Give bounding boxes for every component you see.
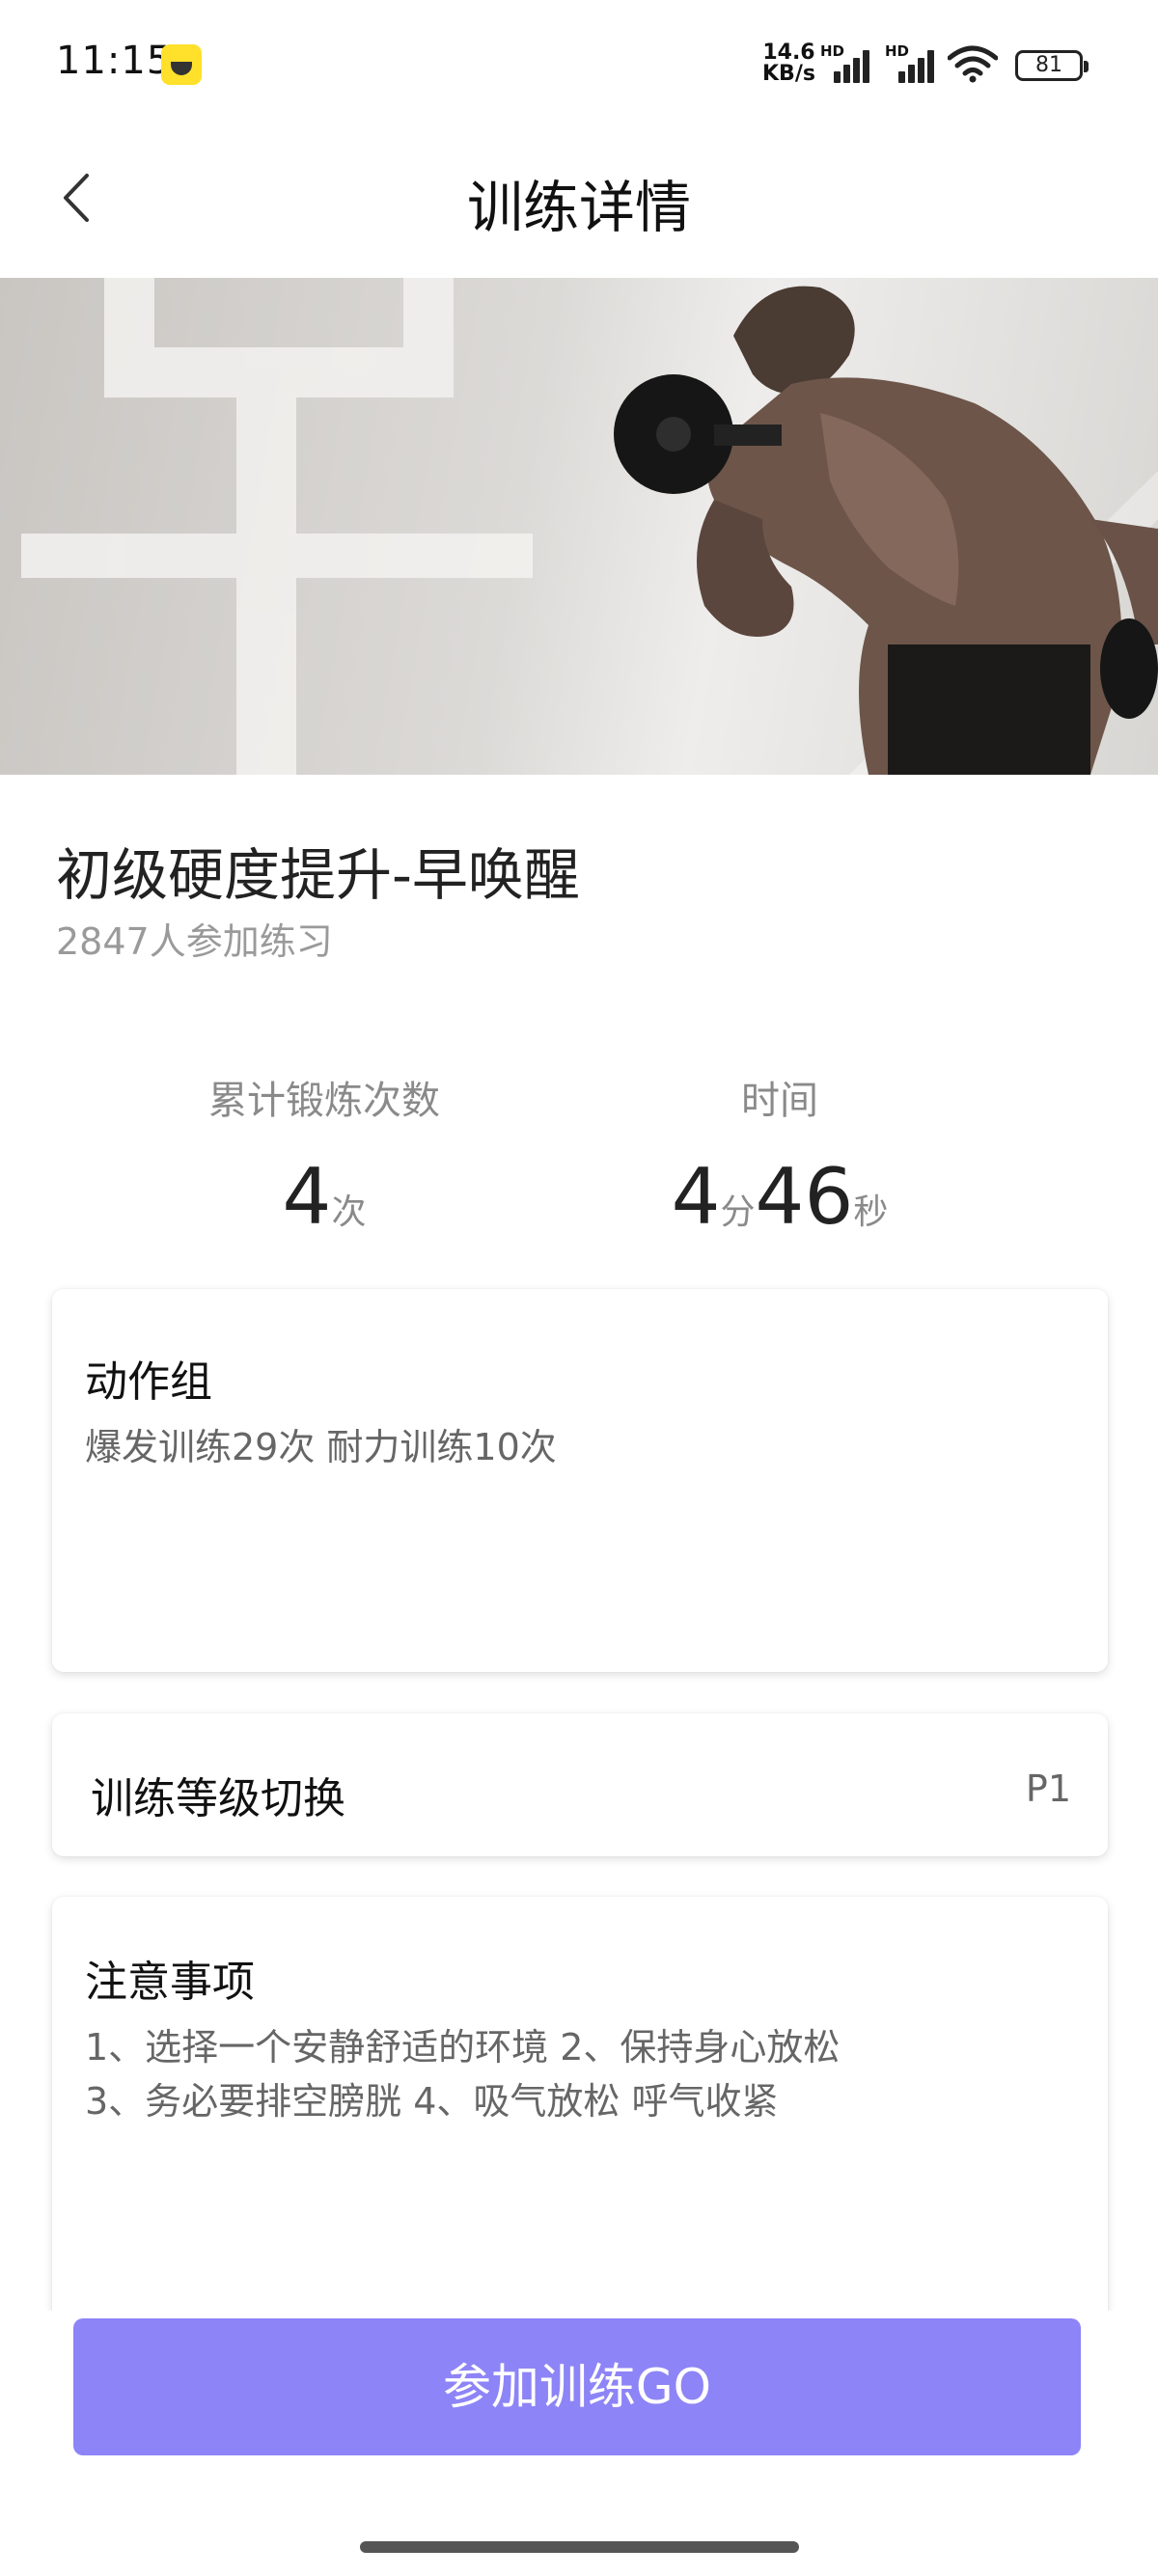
network-speed: 14.6 KB/s	[762, 42, 815, 85]
action-group-description: 爆发训练29次 耐力训练10次	[85, 1426, 557, 1468]
chevron-left-icon	[64, 174, 89, 222]
wifi-icon	[948, 45, 998, 83]
minutes-unit: 分	[720, 1192, 756, 1232]
hero-illustration	[21, 278, 1158, 775]
hero-banner	[0, 278, 1158, 775]
stat-time: 时间 4分46秒	[587, 1069, 973, 1242]
level-switch-value: P1	[1025, 1768, 1071, 1810]
session-count: 4	[282, 1152, 332, 1242]
hd-label: HD	[820, 42, 845, 60]
signal-icon: HD	[885, 42, 943, 83]
level-switch-row[interactable]: 训练等级切换 P1	[52, 1713, 1108, 1856]
athlete-figure	[697, 286, 1158, 775]
signal-icon: HD	[820, 42, 878, 83]
hd-label: HD	[885, 42, 910, 60]
seconds-value: 46	[755, 1152, 854, 1242]
course-title: 初级硬度提升-早唤醒	[56, 842, 580, 908]
stat-total-sessions: 累计锻炼次数 4次	[131, 1069, 517, 1242]
notes-title: 注意事项	[85, 1958, 255, 2007]
stat-value: 4次	[131, 1152, 517, 1242]
status-time: 11:15	[56, 39, 173, 83]
action-group-card: 动作组 爆发训练29次 耐力训练10次	[52, 1289, 1108, 1672]
status-bar: 11:15 14.6 KB/s HD HD 81	[0, 0, 1158, 130]
notes-line-2: 3、务必要排空膀胱 4、吸气放松 呼气收紧	[85, 2080, 779, 2123]
minutes-value: 4	[671, 1152, 721, 1242]
join-training-button[interactable]: 参加训练GO	[73, 2318, 1081, 2455]
home-indicator[interactable]	[360, 2541, 799, 2553]
participant-count: 2847人参加练习	[56, 920, 333, 963]
session-count-unit: 次	[331, 1192, 367, 1232]
level-switch-label: 训练等级切换	[91, 1774, 345, 1823]
battery-icon: 81	[1015, 50, 1089, 81]
page-title: 训练详情	[466, 175, 691, 240]
network-speed-value: 14.6	[762, 41, 815, 65]
action-group-title: 动作组	[85, 1357, 212, 1407]
stat-label: 累计锻炼次数	[208, 1079, 440, 1123]
battery-level: 81	[1035, 53, 1062, 77]
notes-line-1: 1、选择一个安静舒适的环境 2、保持身心放松	[85, 2026, 841, 2069]
back-button[interactable]	[50, 162, 108, 230]
stat-value: 4分46秒	[587, 1152, 973, 1242]
watermark-char-shape	[21, 278, 533, 775]
app-notification-icon	[161, 44, 202, 85]
seconds-unit: 秒	[853, 1192, 889, 1232]
network-speed-unit: KB/s	[762, 62, 815, 86]
stat-label: 时间	[741, 1079, 818, 1123]
